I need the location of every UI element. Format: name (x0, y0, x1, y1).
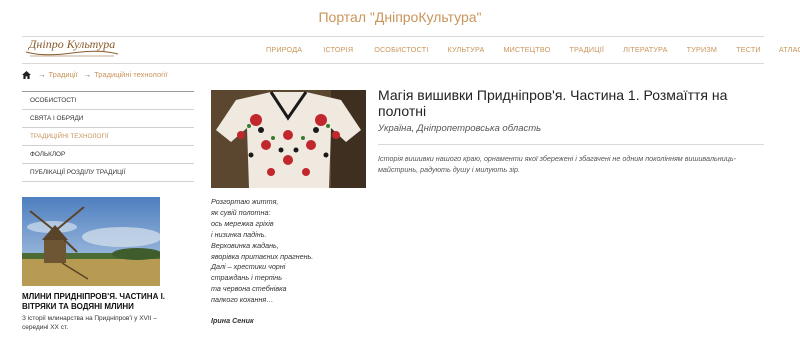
breadcrumb: → Традиції → Традиційні технології (22, 70, 168, 79)
breadcrumb-tradytsiini-tekhnolohii[interactable]: Традиційні технології (94, 70, 167, 79)
logo-ornament-icon (25, 50, 119, 57)
windmill-image[interactable] (22, 197, 160, 286)
article-divider (378, 144, 764, 145)
breadcrumb-separator: → (38, 70, 46, 79)
poem-line: ось мережка гріхів (211, 218, 274, 228)
poem: Розгортаю життя, як сувій полотна: ось м… (211, 197, 361, 306)
portal-title: Портал "ДніпроКультура" (318, 9, 482, 25)
embroidered-shirt-image (211, 90, 366, 188)
sidebar-item-osobystosti[interactable]: ОСОБИСТОСТІ (22, 92, 194, 110)
sidebar-item-publikatsii[interactable]: ПУБЛІКАЦІЇ РОЗДІЛУ ТРАДИЦІЇ (22, 164, 194, 182)
nav-item-testy[interactable]: ТЕСТИ (736, 45, 761, 54)
sidebar-item-folklor[interactable]: ФОЛЬКЛОР (22, 146, 194, 164)
poem-line: Верховинка жадань, (211, 240, 279, 250)
header-divider-bottom (22, 63, 764, 64)
poem-line: яворівка притаєних прагнень. (211, 251, 314, 261)
main-nav: ПРИРОДА ІСТОРІЯ ОСОБИСТОСТІ КУЛЬТУРА МИС… (266, 45, 800, 54)
home-icon[interactable] (22, 70, 31, 79)
poem-line: і низинка падінь. (211, 229, 267, 239)
article-title: Магія вишивки Придніпров'я. Частина 1. Р… (378, 87, 728, 119)
nav-item-pryroda[interactable]: ПРИРОДА (266, 45, 302, 54)
nav-item-istoriia[interactable]: ІСТОРІЯ (323, 45, 353, 54)
breadcrumb-separator: → (83, 70, 92, 79)
poem-line: як сувій полотна: (211, 207, 271, 217)
promo-description: З історії млинарства на Придніпров'ї у X… (22, 315, 157, 331)
nav-item-mystetstvo[interactable]: МИСТЕЦТВО (504, 45, 551, 54)
sidebar-item-sviata-i-obriady[interactable]: СВЯТА І ОБРЯДИ (22, 110, 194, 128)
poem-line: страждань і терпінь (211, 273, 283, 283)
nav-item-tradytsii[interactable]: ТРАДИЦІЇ (569, 45, 604, 54)
poem-line: та червона стебнівка (211, 284, 287, 294)
poem-line: Розгортаю життя, (211, 197, 279, 206)
sidebar-item-tradytsiini-tekhnolohii[interactable]: ТРАДИЦІЙНІ ТЕХНОЛОГІЇ (22, 128, 194, 146)
breadcrumb-tradytsii[interactable]: Традиції (49, 70, 78, 79)
article-intro: Історія вишивки нашого краю, орнаменти я… (378, 154, 737, 174)
site-logo[interactable]: Дніпро Культура (24, 37, 120, 59)
nav-item-literatura[interactable]: ЛІТЕРАТУРА (623, 45, 668, 54)
article-location: Україна, Дніпропетровська область (378, 123, 542, 134)
poem-line: палкого кохання… (211, 295, 274, 305)
nav-item-kultura[interactable]: КУЛЬТУРА (448, 45, 485, 54)
poem-author: Ірина Сеник (211, 316, 254, 325)
poem-line: Далі – хрестики чорні (211, 262, 286, 272)
nav-item-turyzm[interactable]: ТУРИЗМ (687, 45, 717, 54)
nav-item-osobystosti[interactable]: ОСОБИСТОСТІ (374, 45, 428, 54)
nav-item-atlas[interactable]: АТЛАС (779, 45, 800, 54)
promo-title[interactable]: МЛИНИ ПРИДНІПРОВ'Я. ЧАСТИНА І. ВІТРЯКИ Т… (22, 292, 172, 312)
header-divider-top (22, 36, 764, 37)
sidebar-menu: ОСОБИСТОСТІ СВЯТА І ОБРЯДИ ТРАДИЦІЙНІ ТЕ… (22, 91, 194, 182)
